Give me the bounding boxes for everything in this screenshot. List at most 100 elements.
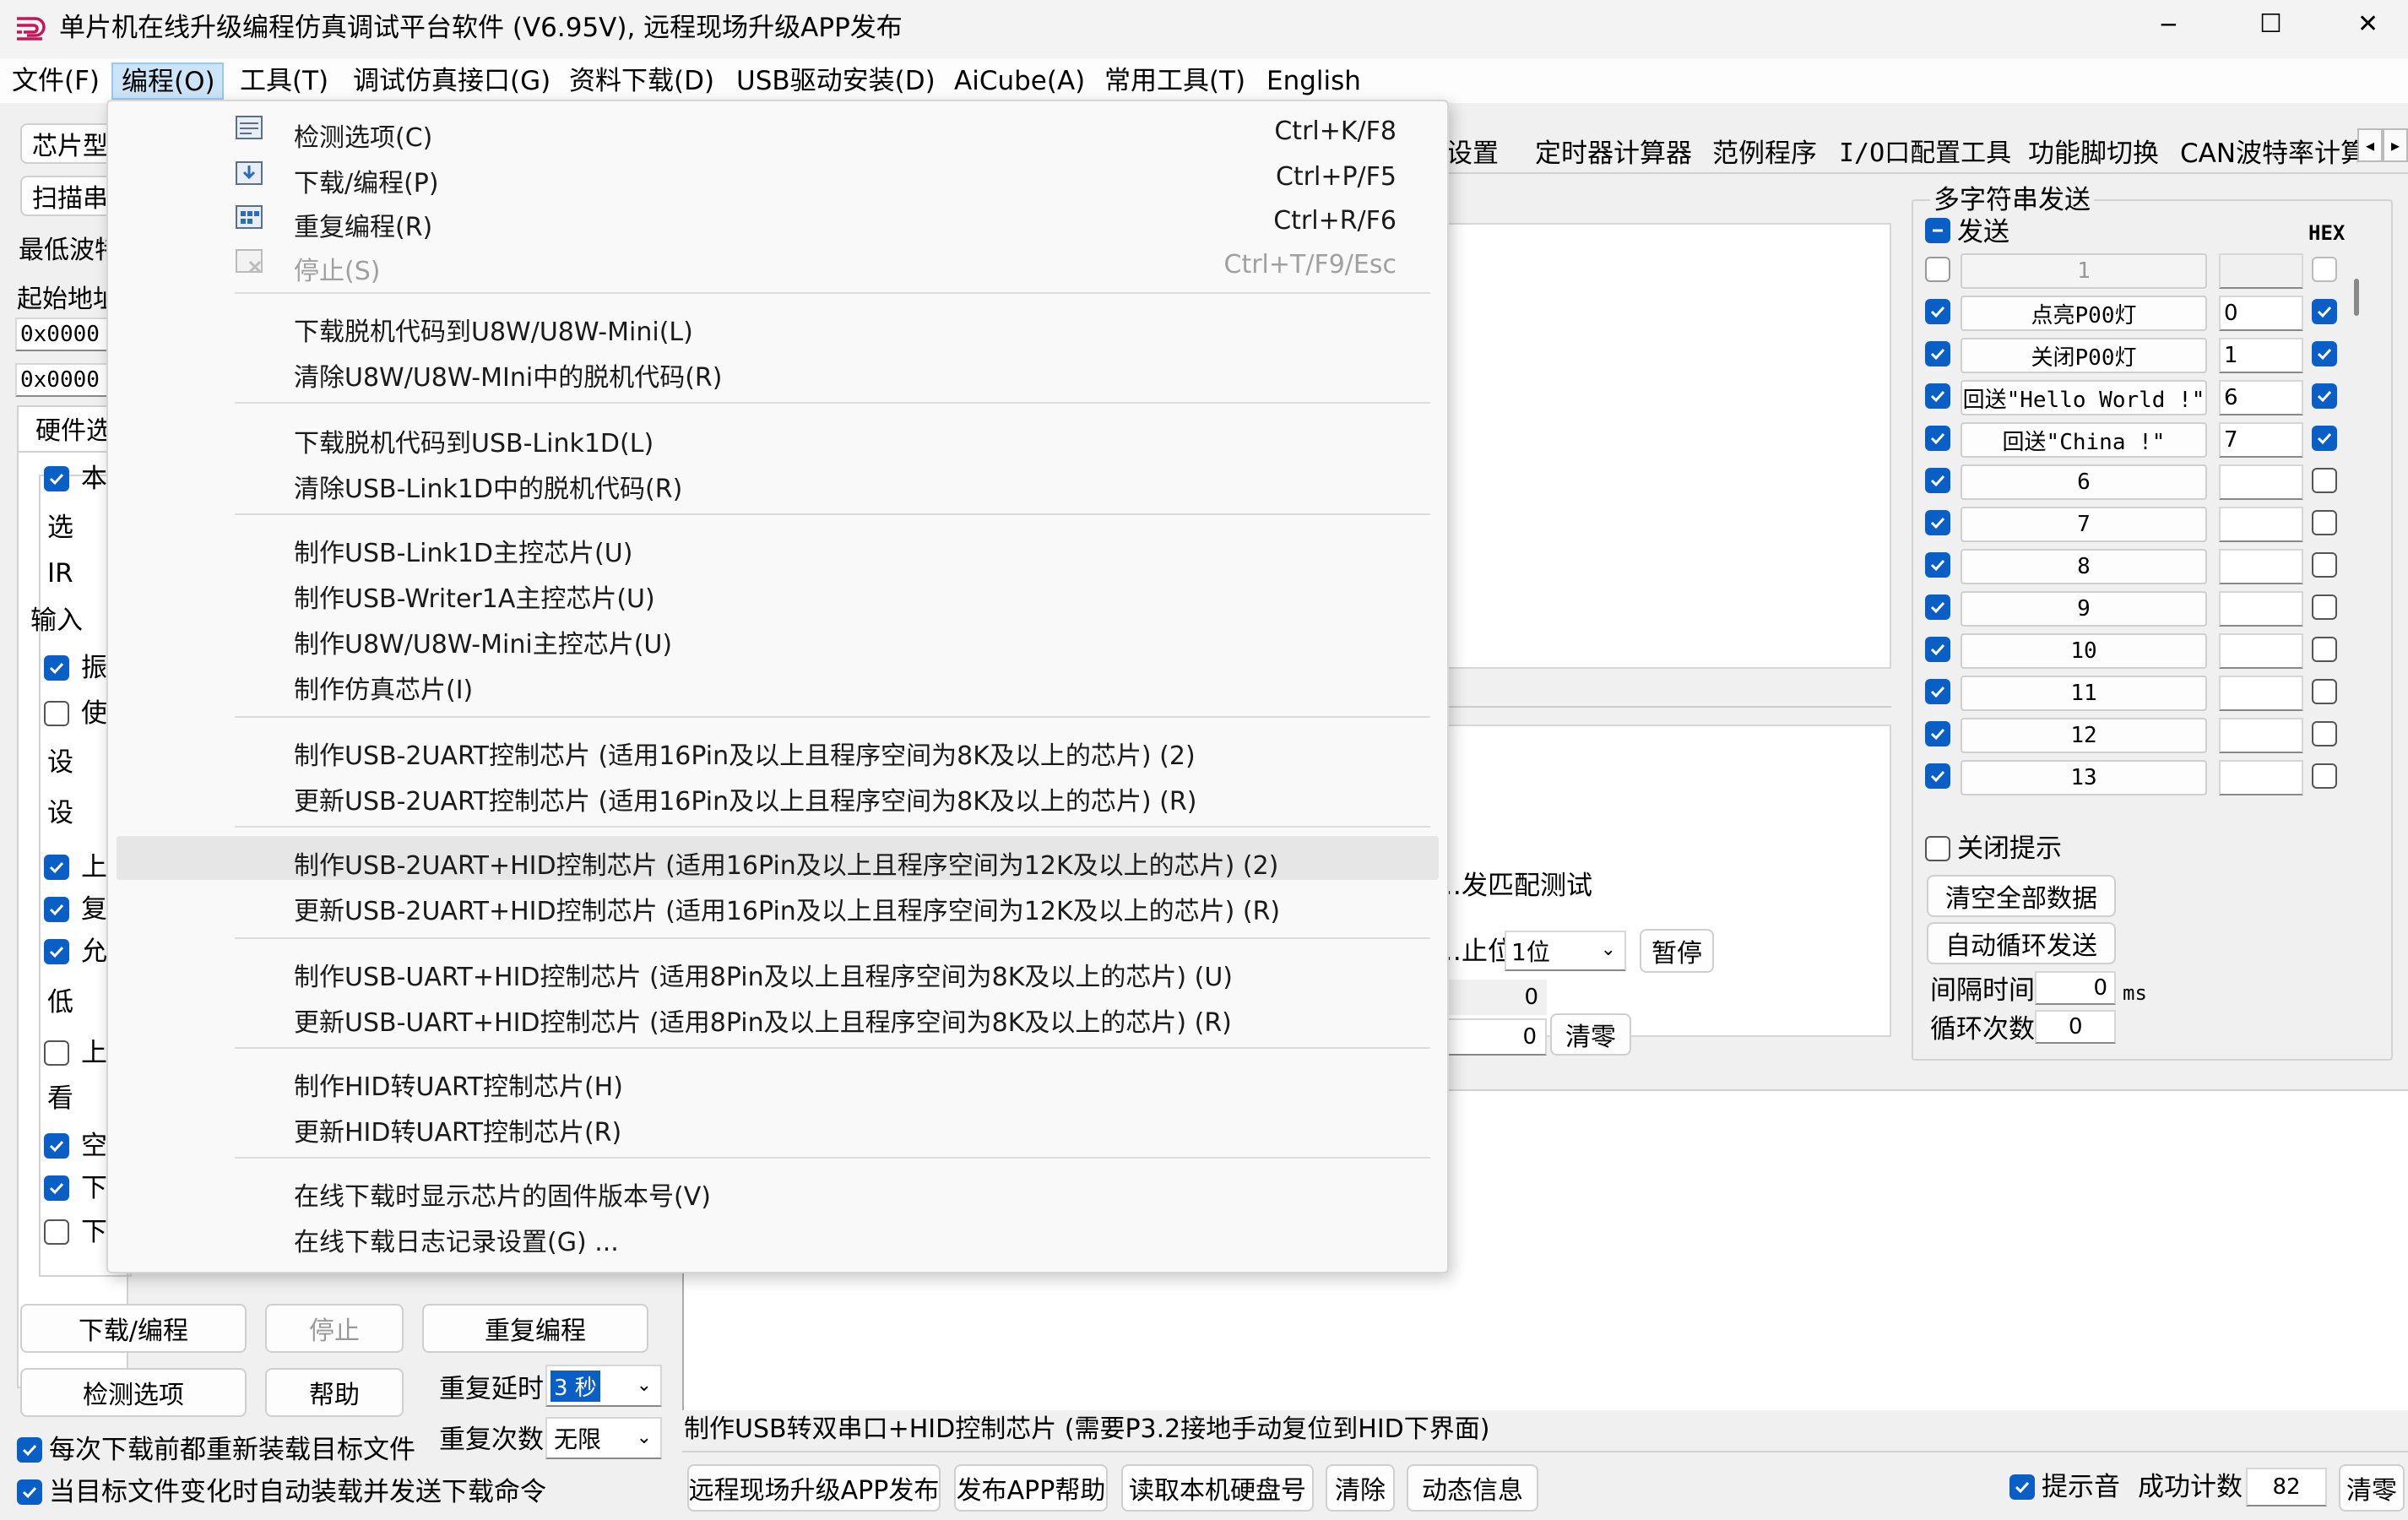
reload-each-checkbox[interactable] — [17, 1437, 42, 1463]
clear-count-button[interactable]: 清零 — [1550, 1013, 1631, 1056]
send-row-button[interactable]: 11 — [1961, 676, 2207, 711]
send-row-checkbox[interactable] — [1925, 383, 1950, 409]
tab-io-config[interactable]: I/O口配置工具 — [1839, 132, 2011, 169]
send-row-checkbox[interactable] — [1925, 426, 1950, 451]
send-row-button[interactable]: 6 — [1961, 464, 2207, 500]
hardware-option-checkbox[interactable] — [44, 466, 69, 491]
success-clear-button[interactable]: 清零 — [2339, 1464, 2405, 1512]
send-row-hex-checkbox[interactable] — [2312, 299, 2337, 324]
close-icon[interactable]: ✕ — [2357, 12, 2378, 37]
send-row-hex-checkbox[interactable] — [2312, 341, 2337, 366]
send-row-hex-checkbox[interactable] — [2312, 383, 2337, 409]
menu-program[interactable]: 编程(O) — [111, 62, 224, 100]
close-tip-checkbox[interactable] — [1925, 836, 1950, 861]
hardware-option-checkbox[interactable] — [44, 1040, 69, 1066]
send-row-button[interactable]: 点亮P00灯 — [1961, 296, 2207, 331]
clear-all-button[interactable]: 清空全部数据 — [1927, 875, 2116, 917]
send-row-value-input[interactable]: 0 — [2219, 296, 2303, 331]
start-address-input[interactable]: 0x0000 — [15, 318, 117, 351]
publish-help-button[interactable]: 发布APP帮助 — [954, 1464, 1108, 1512]
tab-pin-switch[interactable]: 功能脚切换 — [2028, 132, 2159, 170]
send-row-button[interactable]: 12 — [1961, 718, 2207, 753]
menu-tools[interactable]: 工具(T) — [240, 68, 328, 95]
multi-send-scrollbar[interactable] — [2354, 279, 2359, 316]
send-row-button[interactable]: 13 — [1961, 760, 2207, 795]
send-row-value-input[interactable] — [2219, 549, 2303, 584]
send-row-checkbox[interactable] — [1925, 721, 1950, 746]
send-row-button[interactable]: 回送"Hello World !" — [1961, 380, 2207, 415]
send-row-checkbox[interactable] — [1925, 594, 1950, 620]
send-row-checkbox[interactable] — [1925, 679, 1950, 704]
pause-button[interactable]: 暂停 — [1640, 929, 1714, 973]
tab-scroll-right-button[interactable]: ▸ — [2383, 128, 2408, 162]
auto-loop-button[interactable]: 自动循环发送 — [1927, 922, 2116, 964]
hardware-option-checkbox[interactable] — [44, 1133, 69, 1159]
clear-button[interactable]: 清除 — [1326, 1464, 1395, 1512]
send-row-value-input[interactable] — [2219, 507, 2303, 542]
menu-english[interactable]: English — [1266, 68, 1361, 95]
send-row-value-input[interactable]: 6 — [2219, 380, 2303, 415]
send-row-checkbox[interactable] — [1925, 763, 1950, 789]
tab-can-baud[interactable]: CAN波特率计算 — [2180, 132, 2357, 170]
hardware-option-checkbox[interactable] — [44, 655, 69, 681]
send-row-button[interactable]: 7 — [1961, 507, 2207, 542]
send-row-value-input[interactable] — [2219, 718, 2303, 753]
send-row-value-input[interactable] — [2219, 676, 2303, 711]
send-row-button[interactable]: 10 — [1961, 633, 2207, 669]
send-row-hex-checkbox[interactable] — [2312, 679, 2337, 704]
hardware-option-checkbox[interactable] — [44, 701, 69, 726]
send-row-value-input[interactable] — [2219, 253, 2303, 289]
send-row-button[interactable]: 9 — [1961, 591, 2207, 627]
send-row-button[interactable]: 8 — [1961, 549, 2207, 584]
send-row-hex-checkbox[interactable] — [2312, 426, 2337, 451]
send-row-hex-checkbox[interactable] — [2312, 552, 2337, 578]
menu-aicube[interactable]: AiCube(A) — [954, 68, 1085, 95]
repeat-program-button[interactable]: 重复编程 — [422, 1304, 648, 1353]
repeat-count-select[interactable]: 无限 ⌄ — [545, 1417, 662, 1459]
repeat-delay-select[interactable]: 3 秒 ⌄ — [545, 1365, 662, 1407]
send-row-value-input[interactable] — [2219, 760, 2303, 795]
send-row-value-input[interactable] — [2219, 633, 2303, 669]
send-row-button[interactable]: 回送"China !" — [1961, 422, 2207, 458]
send-row-hex-checkbox[interactable] — [2312, 510, 2337, 535]
send-row-hex-checkbox[interactable] — [2312, 763, 2337, 789]
hardware-option-checkbox[interactable] — [44, 939, 69, 964]
hardware-option-checkbox[interactable] — [44, 855, 69, 880]
hardware-option-checkbox[interactable] — [44, 897, 69, 922]
send-row-hex-checkbox[interactable] — [2312, 637, 2337, 662]
interval-input[interactable]: 0 — [2035, 971, 2116, 1005]
send-row-button[interactable]: 1 — [1961, 253, 2207, 289]
check-options-button[interactable]: 检测选项 — [20, 1368, 247, 1417]
maximize-icon[interactable]: ☐ — [2259, 12, 2282, 37]
menu-common-tools[interactable]: 常用工具(T) — [1104, 68, 1245, 95]
menu-downloads[interactable]: 资料下载(D) — [569, 68, 714, 95]
send-row-checkbox[interactable] — [1925, 341, 1950, 366]
loop-count-input[interactable]: 0 — [2035, 1010, 2116, 1044]
dynamic-info-button[interactable]: 动态信息 — [1407, 1464, 1538, 1512]
hardware-option-checkbox[interactable] — [44, 1219, 69, 1245]
send-row-hex-checkbox[interactable] — [2312, 594, 2337, 620]
send-row-hex-checkbox[interactable] — [2312, 257, 2337, 282]
menu-debug-interface[interactable]: 调试仿真接口(G) — [353, 68, 550, 95]
help-button[interactable]: 帮助 — [265, 1368, 404, 1417]
send-row-value-input[interactable]: 7 — [2219, 422, 2303, 458]
send-row-checkbox[interactable] — [1925, 552, 1950, 578]
tab-scroll-left-button[interactable]: ◂ — [2357, 128, 2383, 162]
stop-button[interactable]: 停止 — [265, 1304, 404, 1353]
send-row-value-input[interactable]: 1 — [2219, 338, 2303, 373]
receive-buffer[interactable] — [1435, 223, 1891, 669]
send-row-button[interactable]: 关闭P00灯 — [1961, 338, 2207, 373]
send-column-checkbox[interactable] — [1925, 218, 1950, 243]
send-row-hex-checkbox[interactable] — [2312, 468, 2337, 493]
send-row-checkbox[interactable] — [1925, 468, 1950, 493]
stop-bits-select[interactable]: 1位 ⌄ — [1505, 931, 1626, 971]
menu-file[interactable]: 文件(F) — [12, 68, 100, 95]
send-row-hex-checkbox[interactable] — [2312, 721, 2337, 746]
sound-checkbox[interactable] — [2009, 1474, 2035, 1500]
auto-reload-checkbox[interactable] — [17, 1479, 42, 1505]
minimize-icon[interactable]: ─ — [2161, 14, 2176, 37]
end-address-input[interactable]: 0x0000 — [15, 363, 117, 397]
send-row-value-input[interactable] — [2219, 591, 2303, 627]
send-row-value-input[interactable] — [2219, 464, 2303, 500]
tab-example-programs[interactable]: 范例程序 — [1712, 132, 1817, 170]
